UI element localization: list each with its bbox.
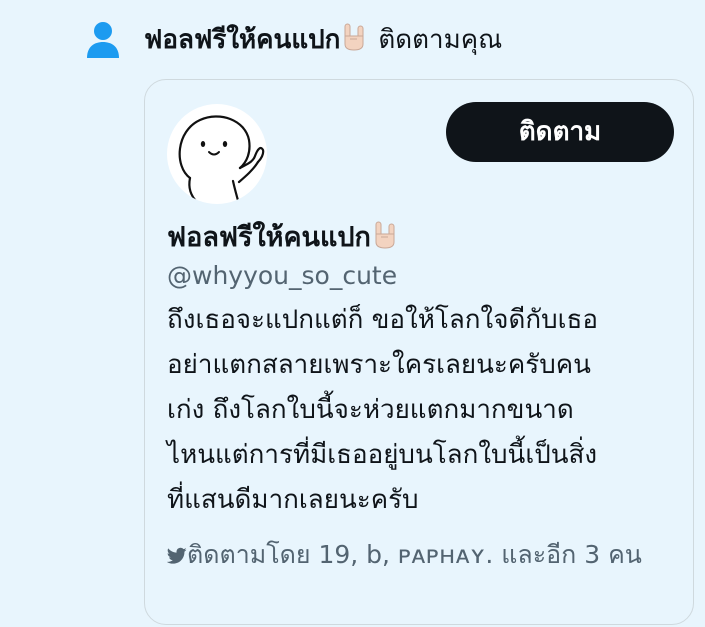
- follow-notification[interactable]: ฟอลฟรีให้คนแปก ติดตามคุณ: [86, 20, 502, 60]
- display-name[interactable]: ฟอลฟรีให้คนแปก: [167, 218, 397, 258]
- user-handle[interactable]: @whyyou_so_cute: [167, 258, 397, 294]
- followed-by-text: ติดตามโดย 19, b, ᴘᴀᴘʜᴀʏ. และอีก 3 คน: [187, 540, 642, 569]
- notification-text: ฟอลฟรีให้คนแปก ติดตามคุณ: [144, 20, 502, 60]
- user-card[interactable]: ติดตาม ฟอลฟรีให้คนแปก @whyyou_so_cute ถึ…: [144, 79, 694, 625]
- avatar[interactable]: [167, 104, 267, 204]
- rock-hand-emoji-icon: [375, 221, 395, 249]
- notification-action: ติดตามคุณ: [378, 25, 503, 55]
- follow-button[interactable]: ติดตาม: [446, 102, 674, 162]
- bird-icon: [167, 547, 187, 564]
- display-name-text[interactable]: ฟอลฟรีให้คนแปก: [167, 222, 371, 253]
- rock-hand-emoji-icon: [344, 23, 364, 51]
- user-bio: ถึงเธอจะแปกแต่ก็ ขอให้โลกใจดีกับเธอ อย่า…: [167, 305, 598, 515]
- notification-user-name[interactable]: ฟอลฟรีให้คนแปก: [144, 25, 340, 55]
- person-icon: [87, 22, 119, 58]
- avatar-drawing: [178, 115, 265, 204]
- followed-by[interactable]: ติดตามโดย 19, b, ᴘᴀᴘʜᴀʏ. และอีก 3 คน: [167, 538, 672, 572]
